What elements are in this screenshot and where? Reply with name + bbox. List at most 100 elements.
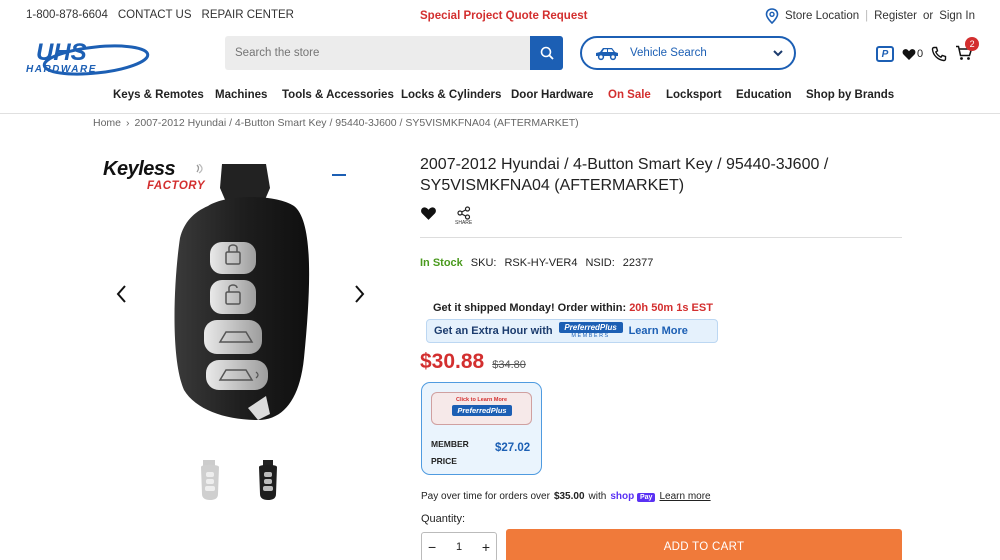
store-location-link[interactable]: Store Location xyxy=(785,10,859,22)
share-icon xyxy=(457,206,470,220)
pay-with-text: with xyxy=(588,491,607,502)
header-icons: P 0 2 xyxy=(876,37,980,63)
learn-more-link[interactable]: Learn More xyxy=(629,325,688,337)
uhs-hardware-logo[interactable]: UHS HARDWARE xyxy=(24,34,150,78)
contact-us-link[interactable]: CONTACT US xyxy=(118,9,192,21)
vehicle-search-label: Vehicle Search xyxy=(630,47,707,59)
preferred-plus-card[interactable]: Click to Learn More PreferredPlus xyxy=(431,392,532,425)
heart-icon xyxy=(902,48,916,60)
cart-button[interactable]: 2 xyxy=(955,37,980,63)
logo-text: UHS xyxy=(36,39,87,66)
phone-link[interactable]: 1-800-878-6604 xyxy=(26,9,108,21)
breadcrumb-current: 2007-2012 Hyundai / 4-Button Smart Key /… xyxy=(134,117,579,129)
ship-time: 20h 50m 1s EST xyxy=(629,302,713,314)
thumbnail-2[interactable] xyxy=(255,458,281,502)
preferred-plus-members-text: MEMBERS xyxy=(571,333,610,339)
nav-locks-cylinders[interactable]: Locks & Cylinders xyxy=(401,89,501,101)
top-links: 1-800-878-6604 CONTACT US REPAIR CENTER xyxy=(26,9,294,21)
shop-text: shop xyxy=(610,491,635,502)
sign-in-link[interactable]: Sign In xyxy=(939,10,975,22)
installments-info: Pay over time for orders over $35.00 wit… xyxy=(421,491,711,502)
card-logo-text: PreferredPlus xyxy=(452,405,512,416)
preferred-plus-logo: PreferredPlus MEMBERS xyxy=(558,322,623,340)
or-text: or xyxy=(922,10,934,22)
nav-tools-accessories[interactable]: Tools & Accessories xyxy=(282,89,394,101)
member-price-box: Click to Learn More PreferredPlus MEMBER… xyxy=(421,382,542,475)
search-button[interactable] xyxy=(530,36,563,70)
top-bar: 1-800-878-6604 CONTACT US REPAIR CENTER … xyxy=(0,0,1000,32)
search-icon xyxy=(540,46,554,60)
cart-count-badge: 2 xyxy=(965,37,980,51)
current-price: $30.88 xyxy=(420,350,485,373)
shop-pay-logo: shop Pay xyxy=(610,491,656,502)
quote-request-link[interactable]: Special Project Quote Request xyxy=(420,10,587,22)
logo-subtext: HARDWARE xyxy=(26,64,97,75)
logo-keyless-text: Keyless xyxy=(103,158,176,180)
product-image[interactable] xyxy=(166,158,336,428)
ship-text: Get it shipped Monday! Order within: xyxy=(433,302,627,314)
quantity-label: Quantity: xyxy=(421,513,466,525)
sku-label: SKU: xyxy=(470,257,497,269)
preferred-plus-icon[interactable]: P xyxy=(876,46,894,62)
vehicle-search-dropdown[interactable]: Vehicle Search xyxy=(580,36,796,70)
decrease-quantity-button[interactable]: − xyxy=(428,539,436,555)
sku-value: RSK-HY-VER4 xyxy=(504,257,578,269)
nav-machines[interactable]: Machines xyxy=(215,89,267,101)
chevron-left-icon[interactable] xyxy=(115,283,129,305)
quantity-value[interactable]: 1 xyxy=(456,541,462,553)
nav-on-sale[interactable]: On Sale xyxy=(608,89,651,101)
shop-pay-learn-more-link[interactable]: Learn more xyxy=(659,491,710,502)
nav-door-hardware[interactable]: Door Hardware xyxy=(511,89,593,101)
product-actions: SHARE xyxy=(420,206,472,226)
stock-info: In Stock SKU: RSK-HY-VER4 NSID: 22377 xyxy=(420,257,653,269)
nav-education[interactable]: Education xyxy=(736,89,792,101)
nav-divider xyxy=(0,113,1000,114)
breadcrumb-home[interactable]: Home xyxy=(93,117,121,129)
member-price-label: MEMBER PRICE xyxy=(431,439,469,466)
share-button[interactable]: SHARE xyxy=(455,206,472,226)
wishlist-button[interactable]: 0 xyxy=(902,48,923,61)
extra-hour-text: Get an Extra Hour with xyxy=(434,325,553,337)
location-pin-icon xyxy=(765,8,779,24)
pay-threshold: $35.00 xyxy=(553,491,585,502)
product-title: 2007-2012 Hyundai / 4-Button Smart Key /… xyxy=(420,156,829,194)
thumbnail-1[interactable] xyxy=(197,458,223,502)
info-divider xyxy=(420,237,902,238)
keyless-factory-logo: Keyless FACTORY xyxy=(103,158,205,192)
nav-shop-by-brands[interactable]: Shop by Brands xyxy=(806,89,894,101)
chevron-down-icon xyxy=(773,50,783,57)
breadcrumb: Home › 2007-2012 Hyundai / 4-Button Smar… xyxy=(93,117,579,129)
nav-keys-remotes[interactable]: Keys & Remotes xyxy=(113,89,204,101)
pay-text: Pay xyxy=(637,493,656,502)
account-links: Store Location | Register or Sign In xyxy=(765,8,975,24)
card-learn-more-text: Click to Learn More xyxy=(455,397,508,403)
search-bar xyxy=(225,36,563,70)
nsid-value: 22377 xyxy=(622,257,654,269)
nav-locksport[interactable]: Locksport xyxy=(666,89,722,101)
car-icon xyxy=(596,48,618,61)
repair-center-link[interactable]: REPAIR CENTER xyxy=(202,9,294,21)
increase-quantity-button[interactable]: + xyxy=(482,539,490,555)
phone-icon[interactable] xyxy=(931,46,947,62)
price-block: $30.88 $34.80 xyxy=(420,350,526,374)
wishlist-count: 0 xyxy=(917,48,924,60)
add-to-cart-button[interactable]: ADD TO CART xyxy=(506,529,902,560)
product-gallery: Keyless FACTORY xyxy=(100,150,390,520)
site-header: UHS HARDWARE Vehicle Search P 0 2 xyxy=(0,32,1000,80)
preferred-plus-logo-text: PreferredPlus xyxy=(558,322,623,333)
divider: | xyxy=(865,10,869,22)
member-price-value: $27.02 xyxy=(495,442,531,454)
quantity-stepper: − 1 + xyxy=(421,532,497,560)
shipping-countdown: Get it shipped Monday! Order within: 20h… xyxy=(433,302,713,314)
chevron-right-icon[interactable] xyxy=(352,283,366,305)
original-price: $34.80 xyxy=(492,359,526,371)
share-label: SHARE xyxy=(455,220,473,226)
heart-icon[interactable] xyxy=(420,206,437,221)
main-nav: Keys & Remotes Machines Tools & Accessor… xyxy=(0,89,1000,103)
search-input[interactable] xyxy=(225,36,529,70)
register-link[interactable]: Register xyxy=(874,10,917,22)
breadcrumb-separator: › xyxy=(126,117,130,129)
extra-hour-banner: Get an Extra Hour with PreferredPlus MEM… xyxy=(426,319,718,343)
nsid-label: NSID: xyxy=(585,257,615,269)
pay-over-text: Pay over time for orders over xyxy=(421,491,550,502)
